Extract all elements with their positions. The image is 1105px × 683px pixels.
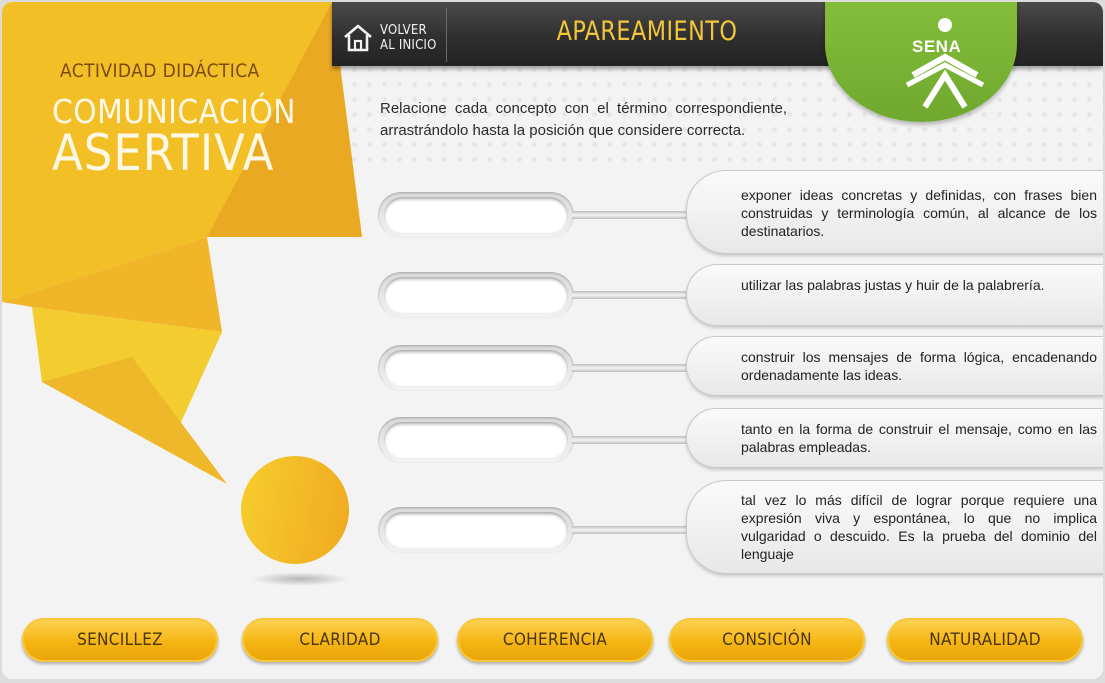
connector [572,436,688,444]
instruction-text: Relacione cada concepto con el término c… [380,100,787,139]
answer-chip-coherencia[interactable]: COHERENCIA [457,618,653,662]
drop-target[interactable] [384,422,568,458]
decorative-circle [241,456,349,564]
answer-chip-naturalidad[interactable]: NATURALIDAD [887,618,1083,662]
sena-logo-text: SENA [912,37,962,56]
definition-text: tal vez lo más difícil de lograr porque … [741,492,1097,562]
definition-text: utilizar las palabras justas y huir de l… [741,277,1045,293]
drop-target[interactable] [384,197,568,233]
answer-chip-sencillez[interactable]: SENCILLEZ [22,618,218,662]
connector [572,211,688,219]
definition-box: tanto en la forma de construir el mensaj… [686,408,1103,468]
decorative-shadow [250,572,350,586]
drop-slot [378,345,574,391]
drop-target[interactable] [384,350,568,386]
top-bar-divider [446,8,447,62]
back-home-label: VOLVER AL INICIO [380,23,437,53]
definition-text: construir los mensajes de forma lógica, … [741,349,1097,383]
drop-slot [378,192,574,238]
drop-slot [378,417,574,463]
drop-target[interactable] [384,277,568,313]
connector [572,526,688,534]
answer-label: NATURALIDAD [929,630,1041,650]
drop-slot [378,507,574,553]
answer-label: CONSICIÓN [722,630,812,650]
definition-text: tanto en la forma de construir el mensaj… [741,421,1097,455]
connector [572,291,688,299]
definition-box: construir los mensajes de forma lógica, … [686,336,1103,396]
activity-stage: ACTIVIDAD DIDÁCTICA COMUNICACIÓN ASERTIV… [2,2,1103,679]
home-icon [344,24,372,52]
answer-label: COHERENCIA [502,630,608,650]
connector [572,364,688,372]
page-title: APAREAMIENTO [556,16,738,47]
activity-title-line2: ASERTIVA [52,124,275,182]
drop-slot [378,272,574,318]
back-home-button[interactable]: VOLVER AL INICIO [342,16,442,60]
activity-kicker: ACTIVIDAD DIDÁCTICA [60,60,260,82]
definition-box: exponer ideas concretas y definidas, con… [686,170,1103,254]
definition-box: tal vez lo más difícil de lograr porque … [686,480,1103,574]
answer-chip-consicion[interactable]: CONSICIÓN [669,618,865,662]
drop-target[interactable] [384,512,568,548]
answer-label: SENCILLEZ [77,630,163,650]
definition-box: utilizar las palabras justas y huir de l… [686,264,1103,326]
definition-text: exponer ideas concretas y definidas, con… [741,187,1097,239]
answer-label: CLARIDAD [299,630,381,650]
answer-chip-claridad[interactable]: CLARIDAD [242,618,438,662]
sena-logo-icon [905,18,985,109]
